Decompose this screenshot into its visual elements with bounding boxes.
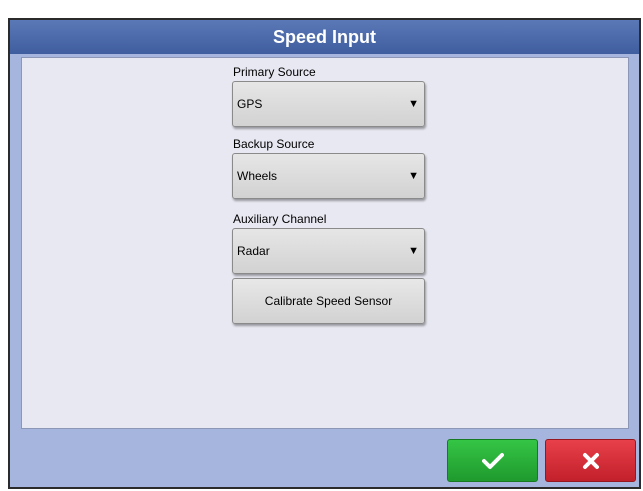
speed-input-dialog: Speed Input Primary Source GPS ▼ Backup …: [8, 18, 641, 489]
dropdown-arrow-icon: ▼: [408, 170, 419, 182]
calibrate-speed-sensor-button[interactable]: Calibrate Speed Sensor: [232, 278, 425, 324]
primary-source-value: GPS: [237, 97, 263, 111]
dropdown-arrow-icon: ▼: [408, 98, 419, 110]
backup-source-dropdown[interactable]: Wheels ▼: [232, 153, 425, 199]
x-icon: [582, 452, 599, 469]
auxiliary-channel-value: Radar: [237, 244, 270, 258]
primary-source-label: Primary Source: [233, 65, 316, 79]
cancel-button[interactable]: [545, 439, 636, 482]
auxiliary-channel-dropdown[interactable]: Radar ▼: [232, 228, 425, 274]
backup-source-label: Backup Source: [233, 137, 315, 151]
primary-source-dropdown[interactable]: GPS ▼: [232, 81, 425, 127]
dropdown-arrow-icon: ▼: [408, 245, 419, 257]
dialog-title: Speed Input: [10, 20, 639, 54]
checkmark-icon: [481, 452, 504, 469]
backup-source-value: Wheels: [237, 169, 278, 183]
content-panel: Primary Source GPS ▼ Backup Source Wheel…: [21, 57, 629, 429]
ok-button[interactable]: [447, 439, 538, 482]
auxiliary-channel-label: Auxiliary Channel: [233, 212, 327, 226]
